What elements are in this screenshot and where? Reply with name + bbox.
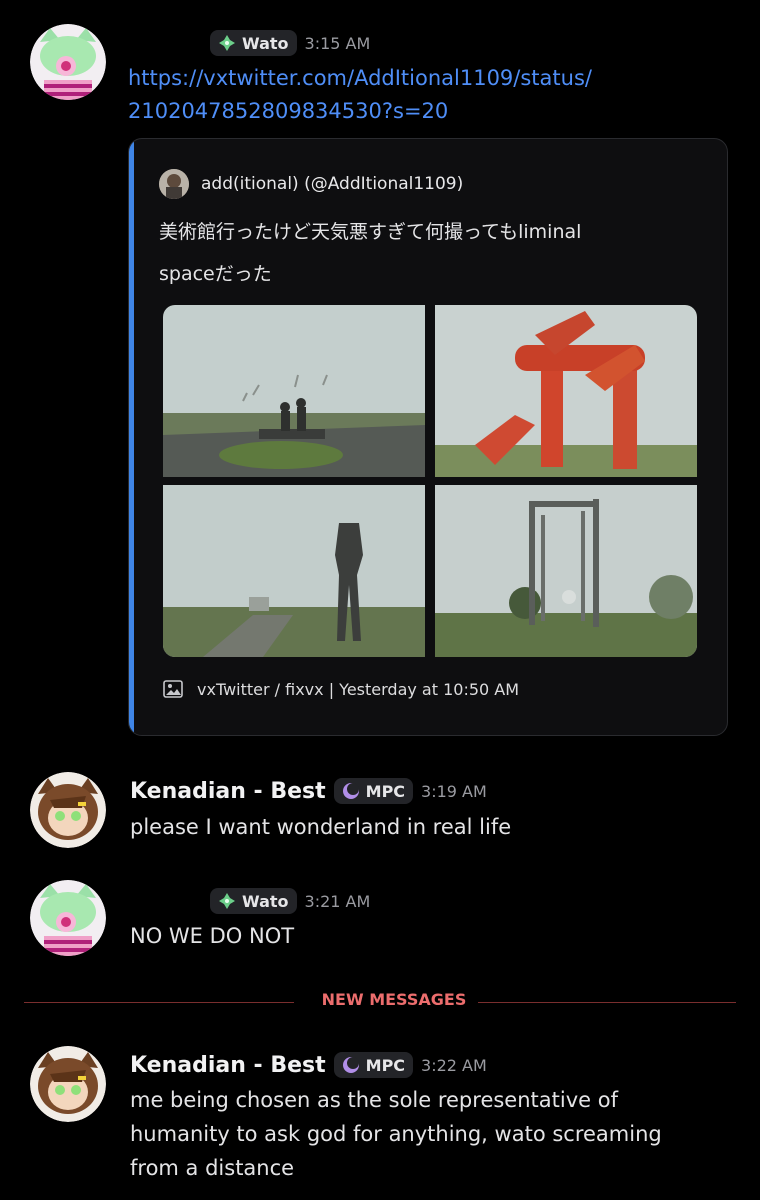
embed-image-1[interactable] (163, 305, 425, 477)
embed-footer: vxTwitter / fixvx | Yesterday at 10:50 A… (163, 679, 519, 699)
kenadian-avatar[interactable] (30, 772, 106, 848)
embed-image-2[interactable] (435, 305, 697, 477)
message-line-2: humanity to ask god for anything, wato s… (130, 1122, 662, 1146)
tweet-link[interactable]: https://vxtwitter.com/AddItional1109/sta… (128, 62, 688, 128)
embed-image-4[interactable] (435, 485, 697, 657)
link-line-2: 2102047852809834530?s=20 (128, 99, 449, 123)
role-tag-label: MPC (365, 1055, 406, 1075)
username[interactable]: Kenadian - Best (130, 779, 326, 804)
embed-accent-bar (129, 139, 134, 735)
message-text: NO WE DO NOT (130, 924, 295, 948)
embed-author-name: add(itional) (@AddItional1109) (201, 174, 464, 194)
embed-author-avatar (159, 169, 189, 199)
moon-icon (342, 1057, 359, 1073)
role-tag-label: MPC (365, 781, 406, 801)
link-embed: add(itional) (@AddItional1109) 美術館行ったけど天… (128, 138, 728, 736)
embed-image-grid (163, 305, 697, 657)
sparkle-diamond-icon (219, 893, 235, 909)
embed-image-3[interactable] (163, 485, 425, 657)
message-header: Wato 3:15 AM (130, 26, 370, 60)
timestamp: 3:22 AM (421, 1055, 487, 1075)
image-icon (163, 680, 183, 698)
message-line-1: me being chosen as the sole representati… (130, 1088, 618, 1112)
new-messages-label: NEW MESSAGES (310, 990, 478, 1009)
timestamp: 3:19 AM (421, 781, 487, 801)
kenadian-avatar[interactable] (30, 1046, 106, 1122)
message-line-3: from a distance (130, 1156, 295, 1180)
timestamp: 3:21 AM (304, 891, 371, 911)
wato-avatar[interactable] (30, 880, 106, 956)
message-text: me being chosen as the sole representati… (130, 1083, 662, 1185)
embed-description: 美術館行ったけど天気悪すぎて何撮ってもliminal spaceだった (159, 211, 699, 295)
wato-avatar[interactable] (30, 24, 106, 100)
sparkle-diamond-icon (219, 35, 235, 51)
message-header: Wato 3:21 AM (130, 884, 370, 918)
username[interactable]: Kenadian - Best (130, 1053, 326, 1078)
embed-author[interactable]: add(itional) (@AddItional1109) (159, 169, 463, 199)
wato-username-tag[interactable]: Wato (210, 30, 297, 56)
embed-footer-text: vxTwitter / fixvx | Yesterday at 10:50 A… (197, 679, 520, 699)
timestamp: 3:15 AM (304, 33, 371, 53)
username: Wato (242, 33, 289, 53)
message-header: Kenadian - Best MPC 3:22 AM (130, 1048, 487, 1082)
divider-line-left (24, 1002, 294, 1003)
desc-line-2: spaceだった (159, 263, 272, 285)
username: Wato (242, 891, 289, 911)
new-messages-divider: NEW MESSAGES (24, 990, 736, 1009)
role-tag[interactable]: MPC (333, 1052, 414, 1078)
moon-icon (342, 783, 359, 799)
desc-line-1: 美術館行ったけど天気悪すぎて何撮ってもliminal (159, 221, 582, 243)
link-line-1: https://vxtwitter.com/AddItional1109/sta… (128, 66, 592, 90)
message-header: Kenadian - Best MPC 3:19 AM (130, 774, 487, 808)
divider-line-right (466, 1002, 736, 1003)
message-text: please I want wonderland in real life (130, 815, 512, 839)
wato-username-tag[interactable]: Wato (210, 888, 297, 914)
role-tag[interactable]: MPC (333, 778, 414, 804)
